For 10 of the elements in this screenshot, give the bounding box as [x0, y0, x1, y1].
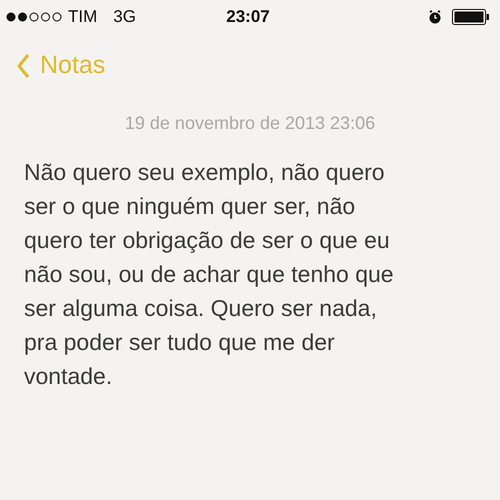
- alarm-clock-icon: [428, 10, 442, 24]
- battery-icon: [452, 9, 490, 25]
- note-date: 19 de novembro de 2013 23:06: [124, 112, 376, 135]
- signal-icon: [6, 12, 62, 22]
- chevron-left-icon: [16, 53, 30, 79]
- carrier-name: TIM: [68, 6, 98, 28]
- network-type: 3G: [113, 6, 136, 28]
- back-button[interactable]: Notas: [16, 47, 106, 85]
- note-text: Não quero seu exemplo, não quero ser o que ninguém quer ser, não quero ter obrigação de ser o que eu não sou, ou de achar que tenho que ser alguma coisa. Quero ser nada, pra poder ser tudo que me der vontade.: [23, 158, 395, 391]
- clock-time: 23:07: [226, 6, 270, 28]
